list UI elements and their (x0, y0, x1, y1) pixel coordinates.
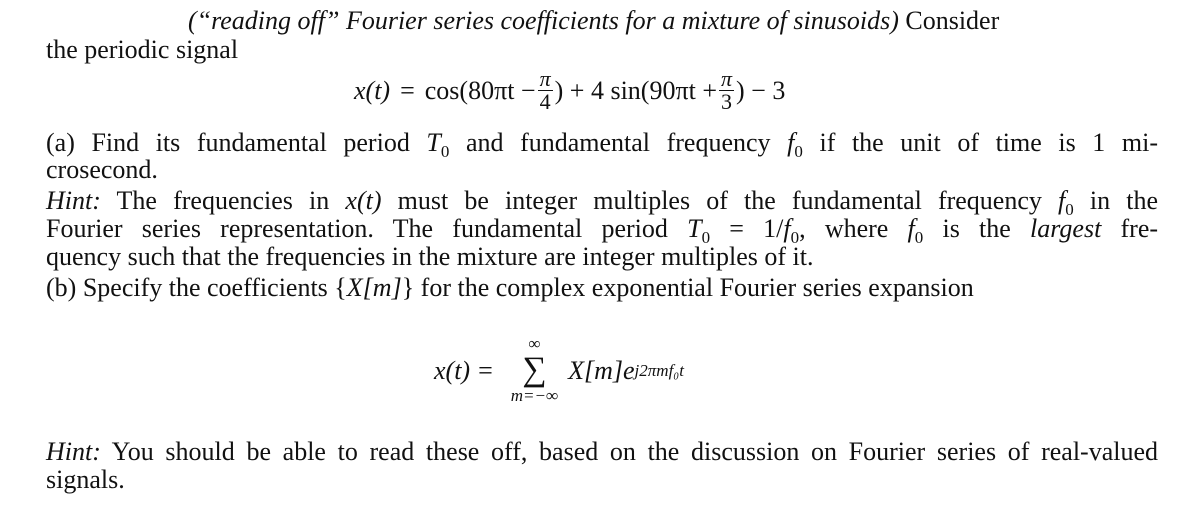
hint1-text-mid: must be integer multiples of the fundame… (381, 186, 1059, 215)
part-b-text-post: } for the complex exponential Fourier se… (401, 273, 974, 302)
f0-symbol: f (907, 214, 915, 243)
part-b-text: (b) Specify the coefficients { (46, 273, 347, 302)
hint1-text-post: in the (1073, 186, 1159, 215)
intro-line: the periodic signal (46, 35, 239, 64)
f0-subscript: 0 (914, 228, 924, 247)
hint2-line2: signals. (46, 465, 125, 494)
f0-symbol: f (783, 214, 791, 243)
signal-equation: x(t) = cos(80πt − π 4 ) + 4 sin(90πt + π… (354, 60, 785, 120)
fraction-pi-over-3: π 3 (718, 65, 735, 114)
T0-symbol: T (687, 214, 702, 243)
hint1-l2-text: Fourier series representation. The funda… (46, 214, 688, 243)
part-a-line1: (a) Find its fundamental period T 0 and f… (46, 128, 1158, 166)
equals-one-over: = 1/ (710, 214, 784, 243)
eq1-equals: = (400, 75, 415, 105)
hint1-line3: quency such that the frequencies in the … (46, 242, 814, 271)
T0-symbol: T (426, 128, 441, 157)
frac1-denominator: 4 (539, 88, 551, 114)
hint2-text: You should be able to read these off, ba… (100, 437, 1158, 466)
part-a-text-mid: and fundamental frequency (449, 128, 788, 157)
hint2-label: Hint: (46, 437, 101, 466)
eq1-sin: ) + 4 sin(90πt + (554, 75, 717, 105)
hint1-fre: fre- (1101, 214, 1159, 243)
hint1-text: The frequencies in (100, 186, 346, 215)
eq1-cos: cos(80πt − (424, 75, 536, 105)
sigma-symbol: ∑ (522, 351, 547, 388)
frac1-numerator: π (537, 65, 553, 91)
part-b-line: (b) Specify the coefficients {X[m]} for … (46, 273, 974, 302)
problem-title-line: (“reading off” Fourier series coefficien… (188, 6, 999, 35)
eq2-term: X[m]e (568, 355, 635, 385)
fraction-pi-over-4: π 4 (537, 65, 553, 114)
hint1-label: Hint: (46, 186, 101, 215)
eq2-lhs: x(t) (434, 355, 471, 385)
part-a-line2: crosecond. (46, 155, 158, 184)
summation: ∞ ∑ m=−∞ (511, 335, 558, 405)
hint1-where: , where (799, 214, 908, 243)
hint1-is-the: is the (923, 214, 1031, 243)
eq2-exponent: j2πmf₀t (634, 360, 684, 380)
part-a-text-post: if the unit of time is 1 mi- (802, 128, 1158, 157)
problem-title: (“reading off” Fourier series coefficien… (188, 6, 899, 35)
f0-subscript: 0 (794, 142, 803, 161)
x-of-t: x(t) (345, 186, 382, 215)
m-index: [m] (362, 273, 402, 302)
part-a-text: (a) Find its fundamental period (46, 128, 427, 157)
frac2-numerator: π (718, 65, 735, 91)
X-symbol: X (346, 273, 363, 302)
sum-lower-limit: m=−∞ (510, 386, 559, 405)
frac2-denominator: 3 (721, 88, 732, 114)
eq1-lhs: x(t) (354, 75, 391, 105)
emphasis-largest: largest (1030, 214, 1102, 243)
eq1-tail: ) − 3 (736, 75, 786, 105)
fourier-series-equation: x(t) = ∞ ∑ m=−∞ X[m]e j2πmf₀t (434, 330, 684, 410)
hint2-line1: Hint: You should be able to read these o… (46, 437, 1158, 466)
title-rest: Consider (898, 6, 1000, 35)
eq2-equals: = (478, 355, 493, 385)
